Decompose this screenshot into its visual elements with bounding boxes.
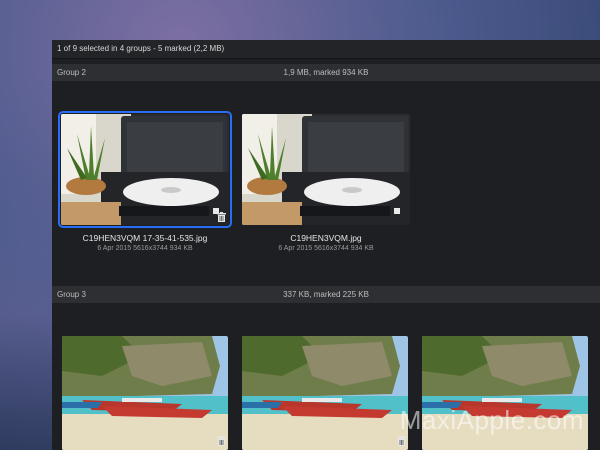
record-player-image — [61, 114, 229, 225]
record-player-image — [242, 114, 410, 225]
trash-icon[interactable] — [217, 212, 226, 222]
group-size-info: 337 KB, marked 225 KB — [283, 290, 369, 299]
group-header-3[interactable]: Group 3 337 KB, marked 225 KB — [52, 286, 600, 303]
duplicate-finder-window: 1 of 9 selected in 4 groups - 5 marked (… — [52, 40, 600, 450]
photo-thumbnail-record-player-2[interactable] — [242, 114, 410, 225]
trash-icon[interactable] — [397, 436, 406, 446]
file-meta: 6 Apr 2015 5616x3744 934 KB — [97, 245, 193, 252]
photo-thumbnail-beach-1[interactable] — [62, 336, 228, 450]
selection-status: 1 of 9 selected in 4 groups - 5 marked (… — [52, 40, 600, 59]
file-meta: 6 Apr 2015 5616x3744 934 KB — [278, 245, 374, 252]
group-size-info: 1,9 MB, marked 934 KB — [283, 68, 369, 77]
watermark-text: MaxiApple.com — [399, 405, 584, 435]
photo-thumbnail-beach-2[interactable] — [242, 336, 408, 450]
file-name: C19HEN3VQM 17-35-41-535.jpg — [82, 233, 208, 243]
beach-boats-image — [62, 336, 228, 450]
file-name: C19HEN3VQM.jpg — [290, 233, 362, 243]
group-header-2[interactable]: Group 2 1,9 MB, marked 934 KB — [52, 64, 600, 81]
photo-thumbnail-record-player-1[interactable] — [58, 111, 232, 228]
trash-icon[interactable] — [217, 436, 226, 446]
beach-boats-image — [242, 336, 408, 450]
